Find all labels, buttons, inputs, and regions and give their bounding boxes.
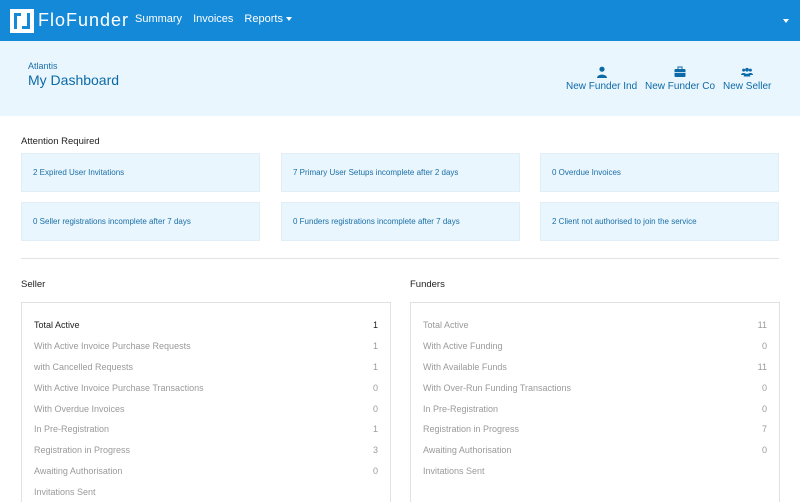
row-label: With Available Funds xyxy=(423,361,507,372)
row-label: With Active Invoice Purchase Requests xyxy=(34,341,191,352)
row-value: 0 xyxy=(761,341,767,352)
main-nav: Summary Invoices Reports xyxy=(135,13,292,25)
attention-card-expired-invitations[interactable]: 2 Expired User Invitations xyxy=(21,153,260,192)
row-label: Invitations Sent xyxy=(423,465,485,476)
seller-row[interactable]: Total Active 1 xyxy=(34,315,378,336)
row-label: With Active Invoice Purchase Transaction… xyxy=(34,382,204,393)
seller-section-title: Seller xyxy=(21,279,46,290)
top-navbar: FloFunder Summary Invoices Reports xyxy=(0,0,800,41)
attention-card-seller-registrations[interactable]: 0 Seller registrations incomplete after … xyxy=(21,202,260,241)
row-value: 0 xyxy=(372,382,378,393)
row-value: 3 xyxy=(372,445,378,456)
seller-row[interactable]: With Overdue Invoices 0 xyxy=(34,398,378,419)
row-label: Registration in Progress xyxy=(423,424,520,435)
nav-summary[interactable]: Summary xyxy=(135,13,182,25)
organization-name: Atlantis xyxy=(28,61,58,71)
seller-row[interactable]: With Active Invoice Purchase Requests 1 xyxy=(34,336,378,357)
row-value: 7 xyxy=(761,424,767,435)
row-label: with Cancelled Requests xyxy=(34,361,134,372)
row-label: Total Active xyxy=(34,320,80,331)
new-funder-ind-button[interactable]: New Funder Ind xyxy=(566,66,637,92)
row-value: 1 xyxy=(372,320,378,331)
seller-row[interactable]: with Cancelled Requests 1 xyxy=(34,357,378,378)
row-label: Awaiting Authorisation xyxy=(34,465,123,476)
row-value: 1 xyxy=(372,341,378,352)
funders-row[interactable]: With Available Funds 11 xyxy=(423,357,767,378)
new-funder-co-label: New Funder Co xyxy=(645,81,716,92)
row-label: With Active Funding xyxy=(423,341,503,352)
row-label: With Over-Run Funding Transactions xyxy=(423,382,572,393)
new-seller-label: New Seller xyxy=(723,81,772,92)
new-funder-ind-label: New Funder Ind xyxy=(566,81,638,92)
nav-reports-label: Reports xyxy=(244,13,283,25)
row-value: 0 xyxy=(761,403,767,414)
user-icon xyxy=(596,66,607,78)
seller-row[interactable]: Invitations Sent xyxy=(34,481,378,502)
briefcase-icon xyxy=(674,66,686,77)
seller-row[interactable]: In Pre-Registration 1 xyxy=(34,419,378,440)
attention-card-client-not-authorised[interactable]: 2 Client not authorised to join the serv… xyxy=(540,202,779,241)
row-value: 0 xyxy=(761,445,767,456)
new-funder-co-button[interactable]: New Funder Co xyxy=(645,66,715,92)
attention-card-funders-registrations[interactable]: 0 Funders registrations incomplete after… xyxy=(281,202,520,241)
attention-card-overdue-invoices[interactable]: 0 Overdue Invoices xyxy=(540,153,779,192)
row-label: In Pre-Registration xyxy=(423,403,499,414)
flofunder-logo[interactable]: FloFunder xyxy=(10,8,129,33)
funders-row[interactable]: With Active Funding 0 xyxy=(423,336,767,357)
chevron-down-icon xyxy=(285,17,292,22)
logo-icon xyxy=(10,8,34,33)
row-value: 0 xyxy=(761,382,767,393)
funders-row[interactable]: In Pre-Registration 0 xyxy=(423,398,767,419)
funders-row[interactable]: Awaiting Authorisation 0 xyxy=(423,440,767,461)
row-label: Invitations Sent xyxy=(34,486,96,497)
user-menu-chevron-down-icon[interactable] xyxy=(783,19,789,23)
logo-text: FloFunder xyxy=(38,10,130,30)
funders-row[interactable]: Invitations Sent xyxy=(423,461,767,482)
row-value: 1 xyxy=(372,361,378,372)
users-icon xyxy=(741,67,754,77)
row-label: Registration in Progress xyxy=(34,445,131,456)
funders-row[interactable]: With Over-Run Funding Transactions 0 xyxy=(423,377,767,398)
page-title: My Dashboard xyxy=(28,72,120,88)
funders-panel: Total Active 11 With Active Funding 0 With… xyxy=(410,302,780,502)
row-value: 11 xyxy=(757,320,767,331)
row-value: 0 xyxy=(372,403,378,414)
nav-invoices[interactable]: Invoices xyxy=(193,13,233,25)
attention-card-primary-setups[interactable]: 7 Primary User Setups incomplete after 2… xyxy=(281,153,520,192)
row-value: 11 xyxy=(757,361,767,372)
new-seller-button[interactable]: New Seller xyxy=(723,66,771,92)
row-label: Total Active xyxy=(423,320,469,331)
funders-row[interactable]: Registration in Progress 7 xyxy=(423,419,767,440)
seller-row[interactable]: With Active Invoice Purchase Transaction… xyxy=(34,377,378,398)
funders-row[interactable]: Total Active 11 xyxy=(423,315,767,336)
section-divider xyxy=(21,258,779,259)
attention-required-title: Attention Required xyxy=(21,136,100,147)
row-value: 0 xyxy=(372,465,378,476)
seller-row[interactable]: Registration in Progress 3 xyxy=(34,440,378,461)
row-value: 1 xyxy=(372,424,378,435)
seller-panel: Total Active 1 With Active Invoice Purcha… xyxy=(21,302,391,502)
seller-row[interactable]: Awaiting Authorisation 0 xyxy=(34,461,378,482)
row-label: With Overdue Invoices xyxy=(34,403,125,414)
nav-reports[interactable]: Reports xyxy=(244,13,292,25)
funders-section-title: Funders xyxy=(410,279,445,290)
dashboard-header: Atlantis My Dashboard New Funder Ind New… xyxy=(0,41,800,116)
row-label: Awaiting Authorisation xyxy=(423,445,512,456)
row-label: In Pre-Registration xyxy=(34,424,110,435)
